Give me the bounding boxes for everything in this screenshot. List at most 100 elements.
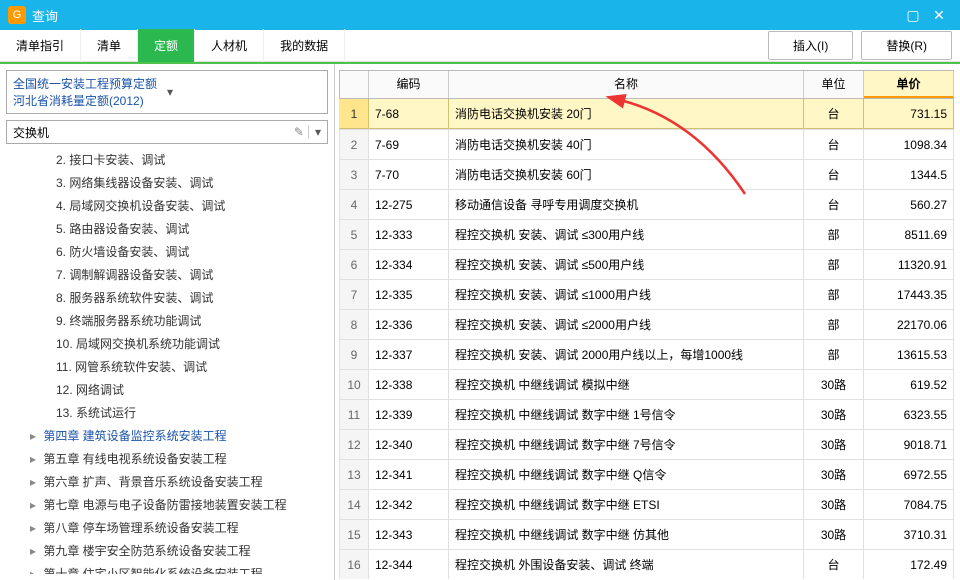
cell-index: 6 bbox=[339, 250, 369, 279]
table-row[interactable]: 1312-341程控交换机 中继线调试 数字中继 Q信令30路6972.55 bbox=[339, 460, 954, 490]
cell-name: 消防电话交换机安装 60门 bbox=[449, 160, 804, 189]
search-dropdown-icon[interactable]: ▾ bbox=[308, 125, 327, 139]
tree-leaf[interactable]: 5. 路由器设备安装、调试 bbox=[6, 217, 324, 240]
cell-name: 程控交换机 安装、调试 2000用户线以上，每增1000线 bbox=[449, 340, 804, 369]
cell-code: 12-334 bbox=[369, 250, 449, 279]
clear-icon[interactable]: ✎ bbox=[290, 125, 308, 139]
expand-icon: ▸ bbox=[30, 475, 40, 489]
tab-1[interactable]: 清单 bbox=[81, 29, 138, 62]
window-title: 查询 bbox=[32, 6, 900, 25]
table-row[interactable]: 1512-343程控交换机 中继线调试 数字中继 仿其他30路3710.31 bbox=[339, 520, 954, 550]
tree-leaf[interactable]: 12. 网络调试 bbox=[6, 378, 324, 401]
grid-header: 编码 名称 单位 单价 bbox=[339, 70, 954, 99]
cell-unit: 30路 bbox=[804, 460, 864, 489]
col-header-name[interactable]: 名称 bbox=[449, 71, 804, 98]
cell-index: 2 bbox=[339, 130, 369, 159]
col-header-unit[interactable]: 单位 bbox=[804, 71, 864, 98]
toolbar: 清单指引清单定额人材机我的数据 插入(I) 替换(R) bbox=[0, 30, 960, 62]
cell-unit: 部 bbox=[804, 310, 864, 339]
col-header-price[interactable]: 单价 bbox=[864, 71, 954, 98]
tree-leaf[interactable]: 10. 局域网交换机系统功能调试 bbox=[6, 332, 324, 355]
table-row[interactable]: 17-68消防电话交换机安装 20门台731.15 bbox=[339, 99, 954, 130]
titlebar: G 查询 ▢ ✕ bbox=[0, 0, 960, 30]
cell-index: 7 bbox=[339, 280, 369, 309]
tree-chapter[interactable]: ▸ 第五章 有线电视系统设备安装工程 bbox=[6, 447, 324, 470]
table-row[interactable]: 412-275移动通信设备 寻呼专用调度交换机台560.27 bbox=[339, 190, 954, 220]
cell-name: 程控交换机 安装、调试 ≤2000用户线 bbox=[449, 310, 804, 339]
cell-price: 22170.06 bbox=[864, 310, 954, 339]
cell-price: 7084.75 bbox=[864, 490, 954, 519]
cell-name: 程控交换机 中继线调试 数字中继 仿其他 bbox=[449, 520, 804, 549]
tree-leaf[interactable]: 13. 系统试运行 bbox=[6, 401, 324, 424]
cell-name: 移动通信设备 寻呼专用调度交换机 bbox=[449, 190, 804, 219]
cell-code: 12-336 bbox=[369, 310, 449, 339]
tab-4[interactable]: 我的数据 bbox=[264, 29, 345, 62]
cell-unit: 台 bbox=[804, 99, 864, 129]
grid-body: 17-68消防电话交换机安装 20门台731.1527-69消防电话交换机安装 … bbox=[339, 99, 954, 579]
cell-index: 13 bbox=[339, 460, 369, 489]
minimize-button[interactable]: ▢ bbox=[900, 4, 926, 26]
expand-icon: ▸ bbox=[30, 452, 40, 466]
cell-unit: 部 bbox=[804, 340, 864, 369]
cell-index: 1 bbox=[339, 99, 369, 129]
table-row[interactable]: 1612-344程控交换机 外围设备安装、调试 终端台172.49 bbox=[339, 550, 954, 579]
table-row[interactable]: 37-70消防电话交换机安装 60门台1344.5 bbox=[339, 160, 954, 190]
main-area: 全国统一安装工程预算定额河北省消耗量定额(2012) ▾ ✎ ▾ 2. 接口卡安… bbox=[0, 64, 960, 580]
tree-chapter[interactable]: ▸ 第十章 住宅小区智能化系统设备安装工程 bbox=[6, 562, 324, 574]
cell-unit: 部 bbox=[804, 280, 864, 309]
cell-name: 消防电话交换机安装 40门 bbox=[449, 130, 804, 159]
tree-leaf[interactable]: 9. 终端服务器系统功能调试 bbox=[6, 309, 324, 332]
norm-dropdown[interactable]: 全国统一安装工程预算定额河北省消耗量定额(2012) ▾ bbox=[6, 70, 328, 114]
table-row[interactable]: 1412-342程控交换机 中继线调试 数字中继 ETSI30路7084.75 bbox=[339, 490, 954, 520]
close-button[interactable]: ✕ bbox=[926, 4, 952, 26]
cell-unit: 30路 bbox=[804, 520, 864, 549]
tree-chapter[interactable]: ▸ 第四章 建筑设备监控系统安装工程 bbox=[6, 424, 324, 447]
tree-leaf[interactable]: 8. 服务器系统软件安装、调试 bbox=[6, 286, 324, 309]
table-row[interactable]: 812-336程控交换机 安装、调试 ≤2000用户线部22170.06 bbox=[339, 310, 954, 340]
tree-leaf[interactable]: 7. 调制解调器设备安装、调试 bbox=[6, 263, 324, 286]
cell-unit: 台 bbox=[804, 190, 864, 219]
tree-chapter[interactable]: ▸ 第七章 电源与电子设备防雷接地装置安装工程 bbox=[6, 493, 324, 516]
cell-name: 程控交换机 中继线调试 数字中继 7号信令 bbox=[449, 430, 804, 459]
tab-0[interactable]: 清单指引 bbox=[0, 29, 81, 62]
cell-price: 1098.34 bbox=[864, 130, 954, 159]
cell-name: 程控交换机 中继线调试 数字中继 1号信令 bbox=[449, 400, 804, 429]
cell-index: 5 bbox=[339, 220, 369, 249]
cell-unit: 30路 bbox=[804, 370, 864, 399]
tree-chapter[interactable]: ▸ 第九章 楼宇安全防范系统设备安装工程 bbox=[6, 539, 324, 562]
expand-icon: ▸ bbox=[30, 498, 40, 512]
table-row[interactable]: 1212-340程控交换机 中继线调试 数字中继 7号信令30路9018.71 bbox=[339, 430, 954, 460]
table-row[interactable]: 27-69消防电话交换机安装 40门台1098.34 bbox=[339, 130, 954, 160]
cell-index: 12 bbox=[339, 430, 369, 459]
cell-name: 程控交换机 中继线调试 数字中继 ETSI bbox=[449, 490, 804, 519]
app-logo-icon: G bbox=[8, 6, 26, 24]
table-row[interactable]: 612-334程控交换机 安装、调试 ≤500用户线部11320.91 bbox=[339, 250, 954, 280]
search-input[interactable] bbox=[7, 121, 290, 143]
cell-unit: 30路 bbox=[804, 490, 864, 519]
table-row[interactable]: 512-333程控交换机 安装、调试 ≤300用户线部8511.69 bbox=[339, 220, 954, 250]
replace-button[interactable]: 替换(R) bbox=[861, 31, 952, 60]
cell-price: 13615.53 bbox=[864, 340, 954, 369]
cell-price: 8511.69 bbox=[864, 220, 954, 249]
col-header-code[interactable]: 编码 bbox=[369, 71, 449, 98]
cell-index: 4 bbox=[339, 190, 369, 219]
tree-chapter[interactable]: ▸ 第六章 扩声、背景音乐系统设备安装工程 bbox=[6, 470, 324, 493]
table-row[interactable]: 1112-339程控交换机 中继线调试 数字中继 1号信令30路6323.55 bbox=[339, 400, 954, 430]
table-row[interactable]: 912-337程控交换机 安装、调试 2000用户线以上，每增1000线部136… bbox=[339, 340, 954, 370]
tree-leaf[interactable]: 11. 网管系统软件安装、调试 bbox=[6, 355, 324, 378]
cell-name: 程控交换机 安装、调试 ≤1000用户线 bbox=[449, 280, 804, 309]
table-row[interactable]: 712-335程控交换机 安装、调试 ≤1000用户线部17443.35 bbox=[339, 280, 954, 310]
tree-leaf[interactable]: 6. 防火墙设备安装、调试 bbox=[6, 240, 324, 263]
tab-3[interactable]: 人材机 bbox=[195, 29, 264, 62]
tree-chapter[interactable]: ▸ 第八章 停车场管理系统设备安装工程 bbox=[6, 516, 324, 539]
tree-leaf[interactable]: 3. 网络集线器设备安装、调试 bbox=[6, 171, 324, 194]
insert-button[interactable]: 插入(I) bbox=[768, 31, 853, 60]
tree-leaf[interactable]: 2. 接口卡安装、调试 bbox=[6, 148, 324, 171]
cell-unit: 台 bbox=[804, 160, 864, 189]
tree-leaf[interactable]: 4. 局域网交换机设备安装、调试 bbox=[6, 194, 324, 217]
expand-icon: ▸ bbox=[30, 544, 40, 558]
cell-unit: 30路 bbox=[804, 430, 864, 459]
table-row[interactable]: 1012-338程控交换机 中继线调试 模拟中继30路619.52 bbox=[339, 370, 954, 400]
tab-2[interactable]: 定额 bbox=[138, 29, 195, 62]
cell-name: 程控交换机 中继线调试 模拟中继 bbox=[449, 370, 804, 399]
